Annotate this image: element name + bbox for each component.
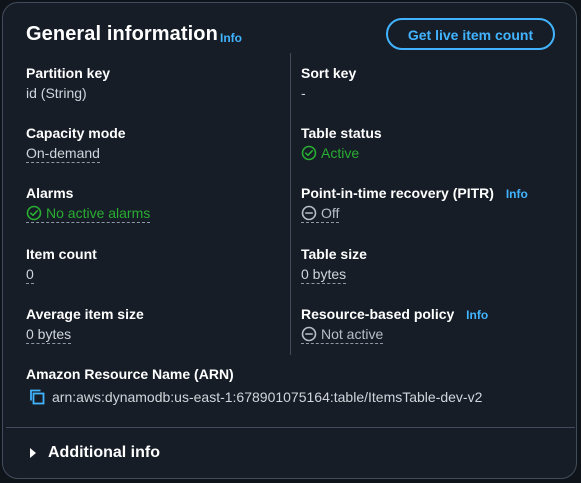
- arn-field: Amazon Resource Name (ARN) arn:aws:dynam…: [26, 366, 482, 406]
- pitr-info-link[interactable]: Info: [506, 187, 528, 201]
- additional-info-toggle[interactable]: Additional info: [28, 444, 160, 462]
- alarms-field: Alarms No active alarms: [26, 185, 151, 223]
- title-info-link[interactable]: Info: [220, 31, 242, 45]
- partition-key-value: id (String): [26, 85, 87, 101]
- resource-policy-status[interactable]: Not active: [301, 326, 384, 344]
- stopped-icon: [301, 326, 317, 342]
- get-live-item-count-button[interactable]: Get live item count: [386, 18, 555, 50]
- table-size-field: Table size 0 bytes: [301, 246, 367, 284]
- additional-info-label: Additional info: [48, 444, 160, 461]
- pitr-value: Off: [321, 205, 340, 221]
- alarms-status[interactable]: No active alarms: [26, 205, 151, 223]
- arn-value: arn:aws:dynamodb:us-east-1:678901075164:…: [52, 389, 483, 405]
- item-count-label: Item count: [26, 246, 97, 262]
- pitr-label: Point-in-time recovery (PITR): [301, 185, 494, 201]
- table-status-label: Table status: [301, 125, 382, 141]
- resource-policy-info-link[interactable]: Info: [466, 308, 488, 322]
- resource-policy-value: Not active: [321, 326, 384, 342]
- pitr-status[interactable]: Off: [301, 205, 340, 223]
- table-status: Active: [301, 145, 382, 161]
- panel-title: General information: [26, 23, 218, 45]
- caret-right-icon: [30, 448, 36, 458]
- resource-policy-label-row: Resource-based policy Info: [301, 306, 488, 322]
- average-item-size-value[interactable]: 0 bytes: [26, 326, 72, 344]
- table-status-value: Active: [321, 145, 360, 161]
- resource-policy-field: Resource-based policy Info Not active: [301, 306, 488, 344]
- pitr-label-row: Point-in-time recovery (PITR) Info: [301, 185, 528, 201]
- pitr-field: Point-in-time recovery (PITR) Info Off: [301, 185, 528, 223]
- resource-policy-label: Resource-based policy: [301, 306, 455, 322]
- item-count-field: Item count 0: [26, 246, 97, 284]
- alarms-value: No active alarms: [46, 205, 151, 221]
- table-size-label: Table size: [301, 246, 367, 262]
- copy-icon[interactable]: [28, 388, 46, 406]
- table-status-field: Table status Active: [301, 125, 382, 161]
- section-divider: [6, 427, 575, 428]
- average-item-size-field: Average item size 0 bytes: [26, 306, 144, 344]
- alarms-label: Alarms: [26, 185, 74, 201]
- capacity-mode-label: Capacity mode: [26, 125, 126, 141]
- capacity-mode-field: Capacity mode On-demand: [26, 125, 126, 163]
- sort-key-label: Sort key: [301, 65, 357, 81]
- average-item-size-label: Average item size: [26, 306, 144, 322]
- success-check-icon: [26, 205, 42, 221]
- arn-label: Amazon Resource Name (ARN): [26, 366, 234, 382]
- partition-key-field: Partition key id (String): [26, 65, 110, 101]
- table-size-value[interactable]: 0 bytes: [301, 266, 347, 284]
- column-divider: [290, 53, 291, 355]
- stopped-icon: [301, 205, 317, 221]
- capacity-mode-value[interactable]: On-demand: [26, 145, 100, 163]
- item-count-value[interactable]: 0: [26, 266, 34, 284]
- sort-key-value: -: [301, 85, 306, 101]
- general-information-panel: General information Info Get live item c…: [2, 2, 577, 479]
- partition-key-label: Partition key: [26, 65, 111, 81]
- success-check-icon: [301, 145, 317, 161]
- sort-key-field: Sort key -: [301, 65, 356, 101]
